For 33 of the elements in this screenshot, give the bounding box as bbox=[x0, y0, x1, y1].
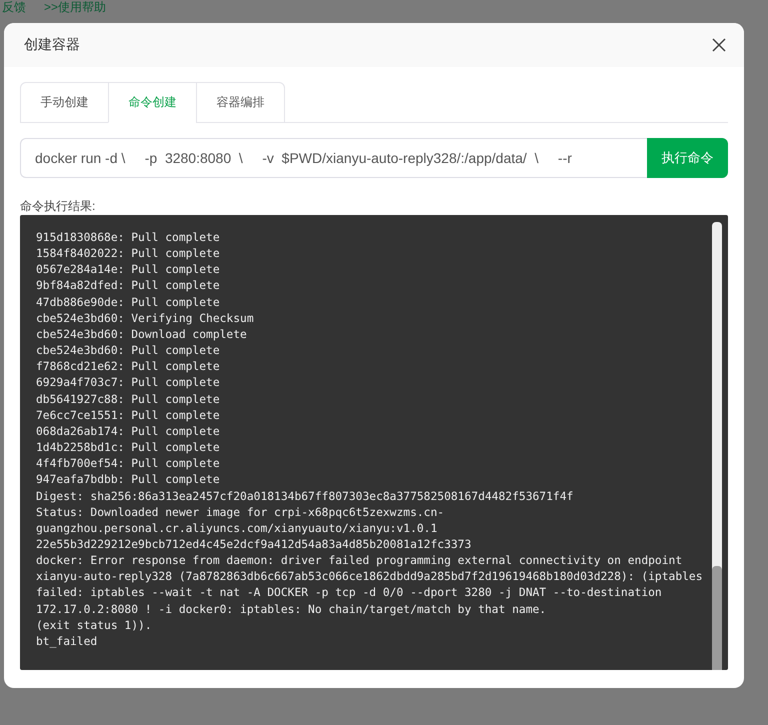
scrollbar[interactable] bbox=[712, 222, 722, 670]
log-line: db5641927c88: Pull complete bbox=[36, 392, 221, 408]
log-line: Digest: sha256:86a313ea2457cf20a018134b67ff807303ec8a377582508167d4482f53671f4f bbox=[36, 488, 574, 504]
close-icon[interactable] bbox=[712, 38, 726, 52]
log-line: 4f4fb700ef54: Pull complete bbox=[36, 456, 221, 472]
log-line: 1d4b2258bd1c: Pull complete bbox=[36, 440, 221, 456]
log-line: 0567e284a14e: Pull complete bbox=[36, 262, 221, 278]
log-line: 47db886e90de: Pull complete bbox=[36, 294, 221, 311]
log-line: 6929a4f703c7: Pull complete bbox=[36, 375, 221, 392]
tab[interactable]: 命令创建 bbox=[108, 82, 197, 123]
log-line: 22e55b3d229212e9bcb712ed4c45e2dcf9a412d54a83a4d85b20081a12fc3373 bbox=[36, 536, 472, 553]
log-line: 915d1830868e: Pull complete bbox=[36, 230, 221, 246]
tab[interactable]: 容器编排 bbox=[196, 82, 285, 123]
log-line: cbe524e3bd60: Pull complete bbox=[36, 343, 221, 360]
log-line: Status: Downloaded newer image for crpi-x68pqc6t5zexwzms.cn-guangzhou.personal.cr.aliyuncs.com/xianyuauto/xianyu:v1.0.1 bbox=[36, 504, 446, 537]
log-line: 068da26ab174: Pull complete bbox=[36, 424, 221, 440]
log-line: bt_failed bbox=[36, 634, 98, 650]
log-line: f7868cd21e62: Pull complete bbox=[36, 359, 221, 376]
log-line: docker: Error response from daemon: driver failed programming external connectivity on endpoint xianyu-auto-reply328 (7a8782863db6c667ab53c066ce1862dbdd9a285bd7f2d19619468b180d03d228): (iptables failed: iptables --wait -t nat -A DOCKER -p tcp -d 0/0 --dport 3280 -j DNAT --to-destination 172.17.0.2:8080 ! -i docker0: iptables: No chain/target/match by that name. bbox=[36, 553, 704, 618]
log-line: 947eafa7bdbb: Pull complete bbox=[36, 472, 221, 488]
run-command-button[interactable]: 执行命令 bbox=[647, 138, 728, 178]
log-line: 7e6cc7ce1551: Pull complete bbox=[36, 408, 221, 424]
dialog-title: 创建容器 bbox=[24, 36, 80, 54]
log-line: cbe524e3bd60: Verifying Checksum bbox=[36, 310, 255, 327]
command-input[interactable]: docker run -d \ -p 3280:8080 \ -v $PWD/xianyu-auto-reply328/:/app/data/ \ --r bbox=[20, 138, 647, 178]
page-link[interactable]: >>使用帮助 bbox=[44, 0, 106, 15]
log-line: 1584f8402022: Pull complete bbox=[36, 246, 221, 262]
log-line: (exit status 1)). bbox=[36, 618, 153, 634]
page-link[interactable]: 反馈 bbox=[2, 0, 26, 15]
log-line: cbe524e3bd60: Download complete bbox=[36, 326, 248, 343]
output-label: 命令执行结果: bbox=[20, 198, 96, 215]
tab[interactable]: 手动创建 bbox=[20, 82, 109, 123]
log-line: 9bf84a82dfed: Pull complete bbox=[36, 278, 221, 294]
